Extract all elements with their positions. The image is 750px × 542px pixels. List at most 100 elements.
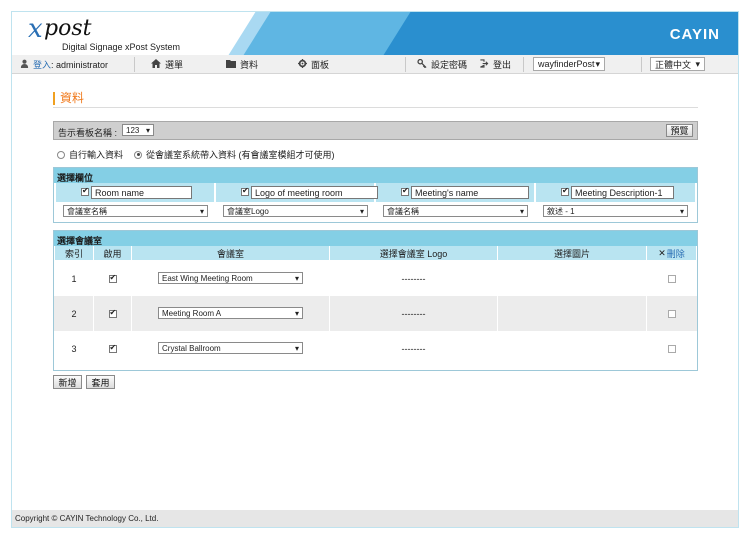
table-row: 2 Meeting Room A▾ -------- (54, 296, 697, 331)
field-select-row: 會議室名稱 ▾ 會議室Logo ▾ 會議名稱 ▾ 敘述 - 1 ▾ (54, 202, 697, 222)
delete-link[interactable]: 刪除 (667, 247, 685, 260)
col-image: 選擇圖片 (498, 246, 646, 260)
nav-panel[interactable]: 面板 (298, 58, 329, 71)
col-enabled: 啟用 (94, 246, 131, 260)
room-panel-title: 選擇會議室 (54, 231, 697, 246)
row-index: 2 (71, 308, 77, 319)
row-enabled-checkbox[interactable] (108, 308, 117, 318)
dropdown-arrow-icon: ▾ (294, 343, 299, 353)
radio-manual[interactable] (57, 150, 65, 159)
source-radio-group: 自行輸入資料 從會議室系統帶入資料 (有會議室模組才可使用) (57, 148, 335, 161)
page-title: 資料 (53, 92, 84, 105)
footer: Copyright © CAYIN Technology Co., Ltd. (12, 510, 738, 527)
dropdown-arrow-icon: ▾ (145, 125, 150, 135)
apply-button[interactable]: 套用 (86, 375, 115, 389)
field-2-input[interactable]: Logo of meeting room (251, 186, 378, 199)
brand-logo: CAYIN (669, 26, 720, 43)
nav-data[interactable]: 資料 (226, 58, 258, 71)
field-row: Room name Logo of meeting room Meeting's… (54, 183, 697, 202)
row-delete-checkbox[interactable] (667, 309, 676, 318)
table-row: 1 East Wing Meeting Room▾ -------- (54, 261, 697, 296)
room-table-header: 索引 啟用 會議室 選擇會議室 Logo 選擇圖片 ✕ 刪除 (54, 246, 697, 260)
row-enabled-checkbox[interactable] (108, 343, 117, 353)
set-password-link[interactable]: 設定密碼 (417, 58, 467, 71)
field-panel: 選擇欄位 Room name Logo of meeting room Meet… (53, 167, 698, 223)
row-index: 1 (71, 273, 77, 284)
server-select-value: wayfinderPost (538, 59, 595, 69)
title-divider (53, 107, 698, 108)
dropdown-arrow-icon: ▾ (679, 206, 684, 216)
field-3-input[interactable]: Meeting's name (411, 186, 529, 199)
logout-icon (479, 59, 489, 70)
copyright-text: Copyright © CAYIN Technology Co., Ltd. (15, 514, 159, 523)
board-bar: 告示看板名稱 : 123 ▾ 預覽 (53, 121, 698, 140)
room-panel: 選擇會議室 索引 啟用 會議室 選擇會議室 Logo 選擇圖片 ✕ 刪除 1 E… (53, 230, 698, 371)
add-button[interactable]: 新增 (53, 375, 82, 389)
home-icon (151, 59, 161, 70)
user-icon (20, 59, 29, 70)
field-1-checkbox[interactable] (81, 186, 89, 196)
dropdown-arrow-icon: ▾ (595, 58, 600, 69)
row-logo: -------- (401, 343, 426, 354)
col-index: 索引 (55, 246, 93, 260)
dropdown-arrow-icon: ▾ (695, 58, 700, 69)
gear-icon (298, 59, 307, 70)
field-4-checkbox[interactable] (561, 186, 569, 196)
row-room-select[interactable]: Meeting Room A ▾ (158, 307, 303, 319)
field-4-input[interactable]: Meeting Description-1 (571, 186, 674, 199)
field-panel-title: 選擇欄位 (54, 168, 697, 183)
table-row: 3 Crystal Ballroom▾ -------- (54, 331, 697, 366)
nav-menu[interactable]: 選單 (151, 58, 183, 71)
row-index: 3 (71, 343, 77, 354)
dropdown-arrow-icon: ▾ (294, 273, 299, 283)
dropdown-arrow-icon: ▾ (199, 206, 204, 216)
field-3-select[interactable]: 會議名稱 ▾ (383, 205, 528, 217)
logo: x (28, 14, 43, 44)
preview-button[interactable]: 預覽 (666, 124, 693, 137)
row-enabled-checkbox[interactable] (108, 273, 117, 283)
row-delete-checkbox[interactable] (667, 344, 676, 353)
field-2-select[interactable]: 會議室Logo ▾ (223, 205, 368, 217)
dropdown-arrow-icon: ▾ (519, 206, 524, 216)
col-delete: ✕ 刪除 (647, 246, 696, 260)
field-4-select[interactable]: 敘述 - 1 ▾ (543, 205, 688, 217)
board-select-value: 123 (126, 125, 140, 135)
app-subtitle: Digital Signage xPost System (62, 42, 181, 52)
board-label: 告示看板名稱 : (58, 128, 118, 138)
row-room-select[interactable]: Crystal Ballroom ▾ (158, 342, 303, 354)
logout-link[interactable]: 登出 (479, 58, 511, 71)
row-logo: -------- (401, 273, 426, 284)
col-room: 會議室 (132, 246, 329, 260)
field-1-select[interactable]: 會議室名稱 ▾ (63, 205, 208, 217)
nav-panel-label: 面板 (311, 60, 330, 70)
server-select[interactable]: wayfinderPost ▾ (533, 57, 605, 71)
key-icon (417, 58, 427, 70)
login-link[interactable]: 登入 (33, 58, 51, 71)
app-window: x post Digital Signage xPost System CAYI… (11, 11, 739, 528)
nav-data-label: 資料 (240, 60, 259, 70)
logo-text: post (44, 16, 92, 41)
nav-bar: 登入 : administrator 選單 資料 面板 設定密碼 登出 wayf… (12, 55, 738, 74)
logout-label: 登出 (493, 60, 512, 70)
app-header: x post Digital Signage xPost System CAYI… (12, 12, 738, 55)
language-select-value: 正體中文 (655, 59, 692, 70)
row-logo: -------- (401, 308, 426, 319)
row-delete-checkbox[interactable] (667, 274, 676, 283)
col-logo: 選擇會議室 Logo (330, 246, 497, 260)
username: : administrator (51, 59, 109, 70)
field-2-checkbox[interactable] (241, 186, 249, 196)
delete-x-icon: ✕ (658, 247, 666, 258)
radio-meeting-label: 從會議室系統帶入資料 (有會議室模組才可使用) (146, 150, 335, 160)
radio-meeting-system[interactable] (134, 150, 143, 159)
row-room-select[interactable]: East Wing Meeting Room ▾ (158, 272, 303, 284)
field-1-input[interactable]: Room name (91, 186, 192, 199)
dropdown-arrow-icon: ▾ (359, 206, 364, 216)
radio-manual-label: 自行輸入資料 (69, 150, 124, 160)
field-3-checkbox[interactable] (401, 186, 409, 196)
set-password-label: 設定密碼 (431, 60, 468, 70)
dropdown-arrow-icon: ▾ (294, 308, 299, 318)
folder-icon (226, 59, 236, 70)
board-select[interactable]: 123 ▾ (122, 124, 154, 136)
nav-menu-label: 選單 (165, 60, 184, 70)
language-select[interactable]: 正體中文 ▾ (650, 57, 705, 71)
